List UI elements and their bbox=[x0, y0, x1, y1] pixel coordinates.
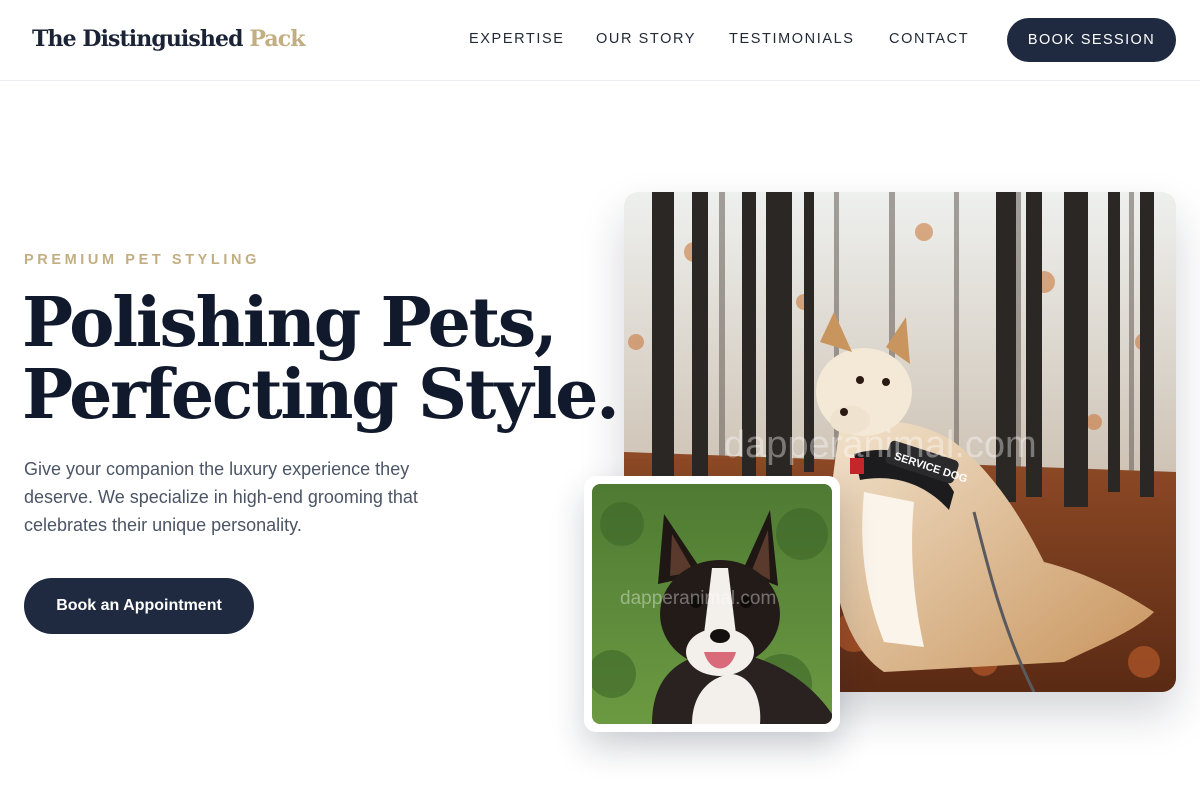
site-header: The Distinguished Pack EXPERTISE OUR STO… bbox=[0, 0, 1200, 81]
nav-link-our-story[interactable]: OUR STORY bbox=[596, 31, 696, 47]
brand-logo[interactable]: The Distinguished Pack bbox=[32, 26, 305, 52]
book-appointment-button[interactable]: Book an Appointment bbox=[24, 578, 254, 634]
hero-subtext: Give your companion the luxury experienc… bbox=[24, 459, 418, 535]
border-collie-image bbox=[592, 484, 832, 724]
book-session-button[interactable]: BOOK SESSION bbox=[1007, 18, 1176, 62]
hero-eyebrow: PREMIUM PET STYLING bbox=[24, 252, 260, 268]
hero-secondary-photo-card: dapperanimal.com bbox=[584, 476, 840, 732]
nav-link-expertise[interactable]: EXPERTISE bbox=[469, 31, 565, 47]
nav-link-testimonials[interactable]: TESTIMONIALS bbox=[729, 31, 855, 47]
hero-headline: Polishing Pets, Perfecting Style. bbox=[22, 287, 620, 431]
hero-headline-line1: Polishing Pets, bbox=[22, 283, 558, 363]
nav-link-contact[interactable]: CONTACT bbox=[889, 31, 969, 47]
hero-headline-line2: Perfecting Style. bbox=[22, 355, 620, 435]
secondary-photo-frame bbox=[592, 484, 832, 724]
brand-name-accent: Pack bbox=[249, 26, 305, 52]
brand-name-main: The Distinguished bbox=[32, 26, 243, 52]
